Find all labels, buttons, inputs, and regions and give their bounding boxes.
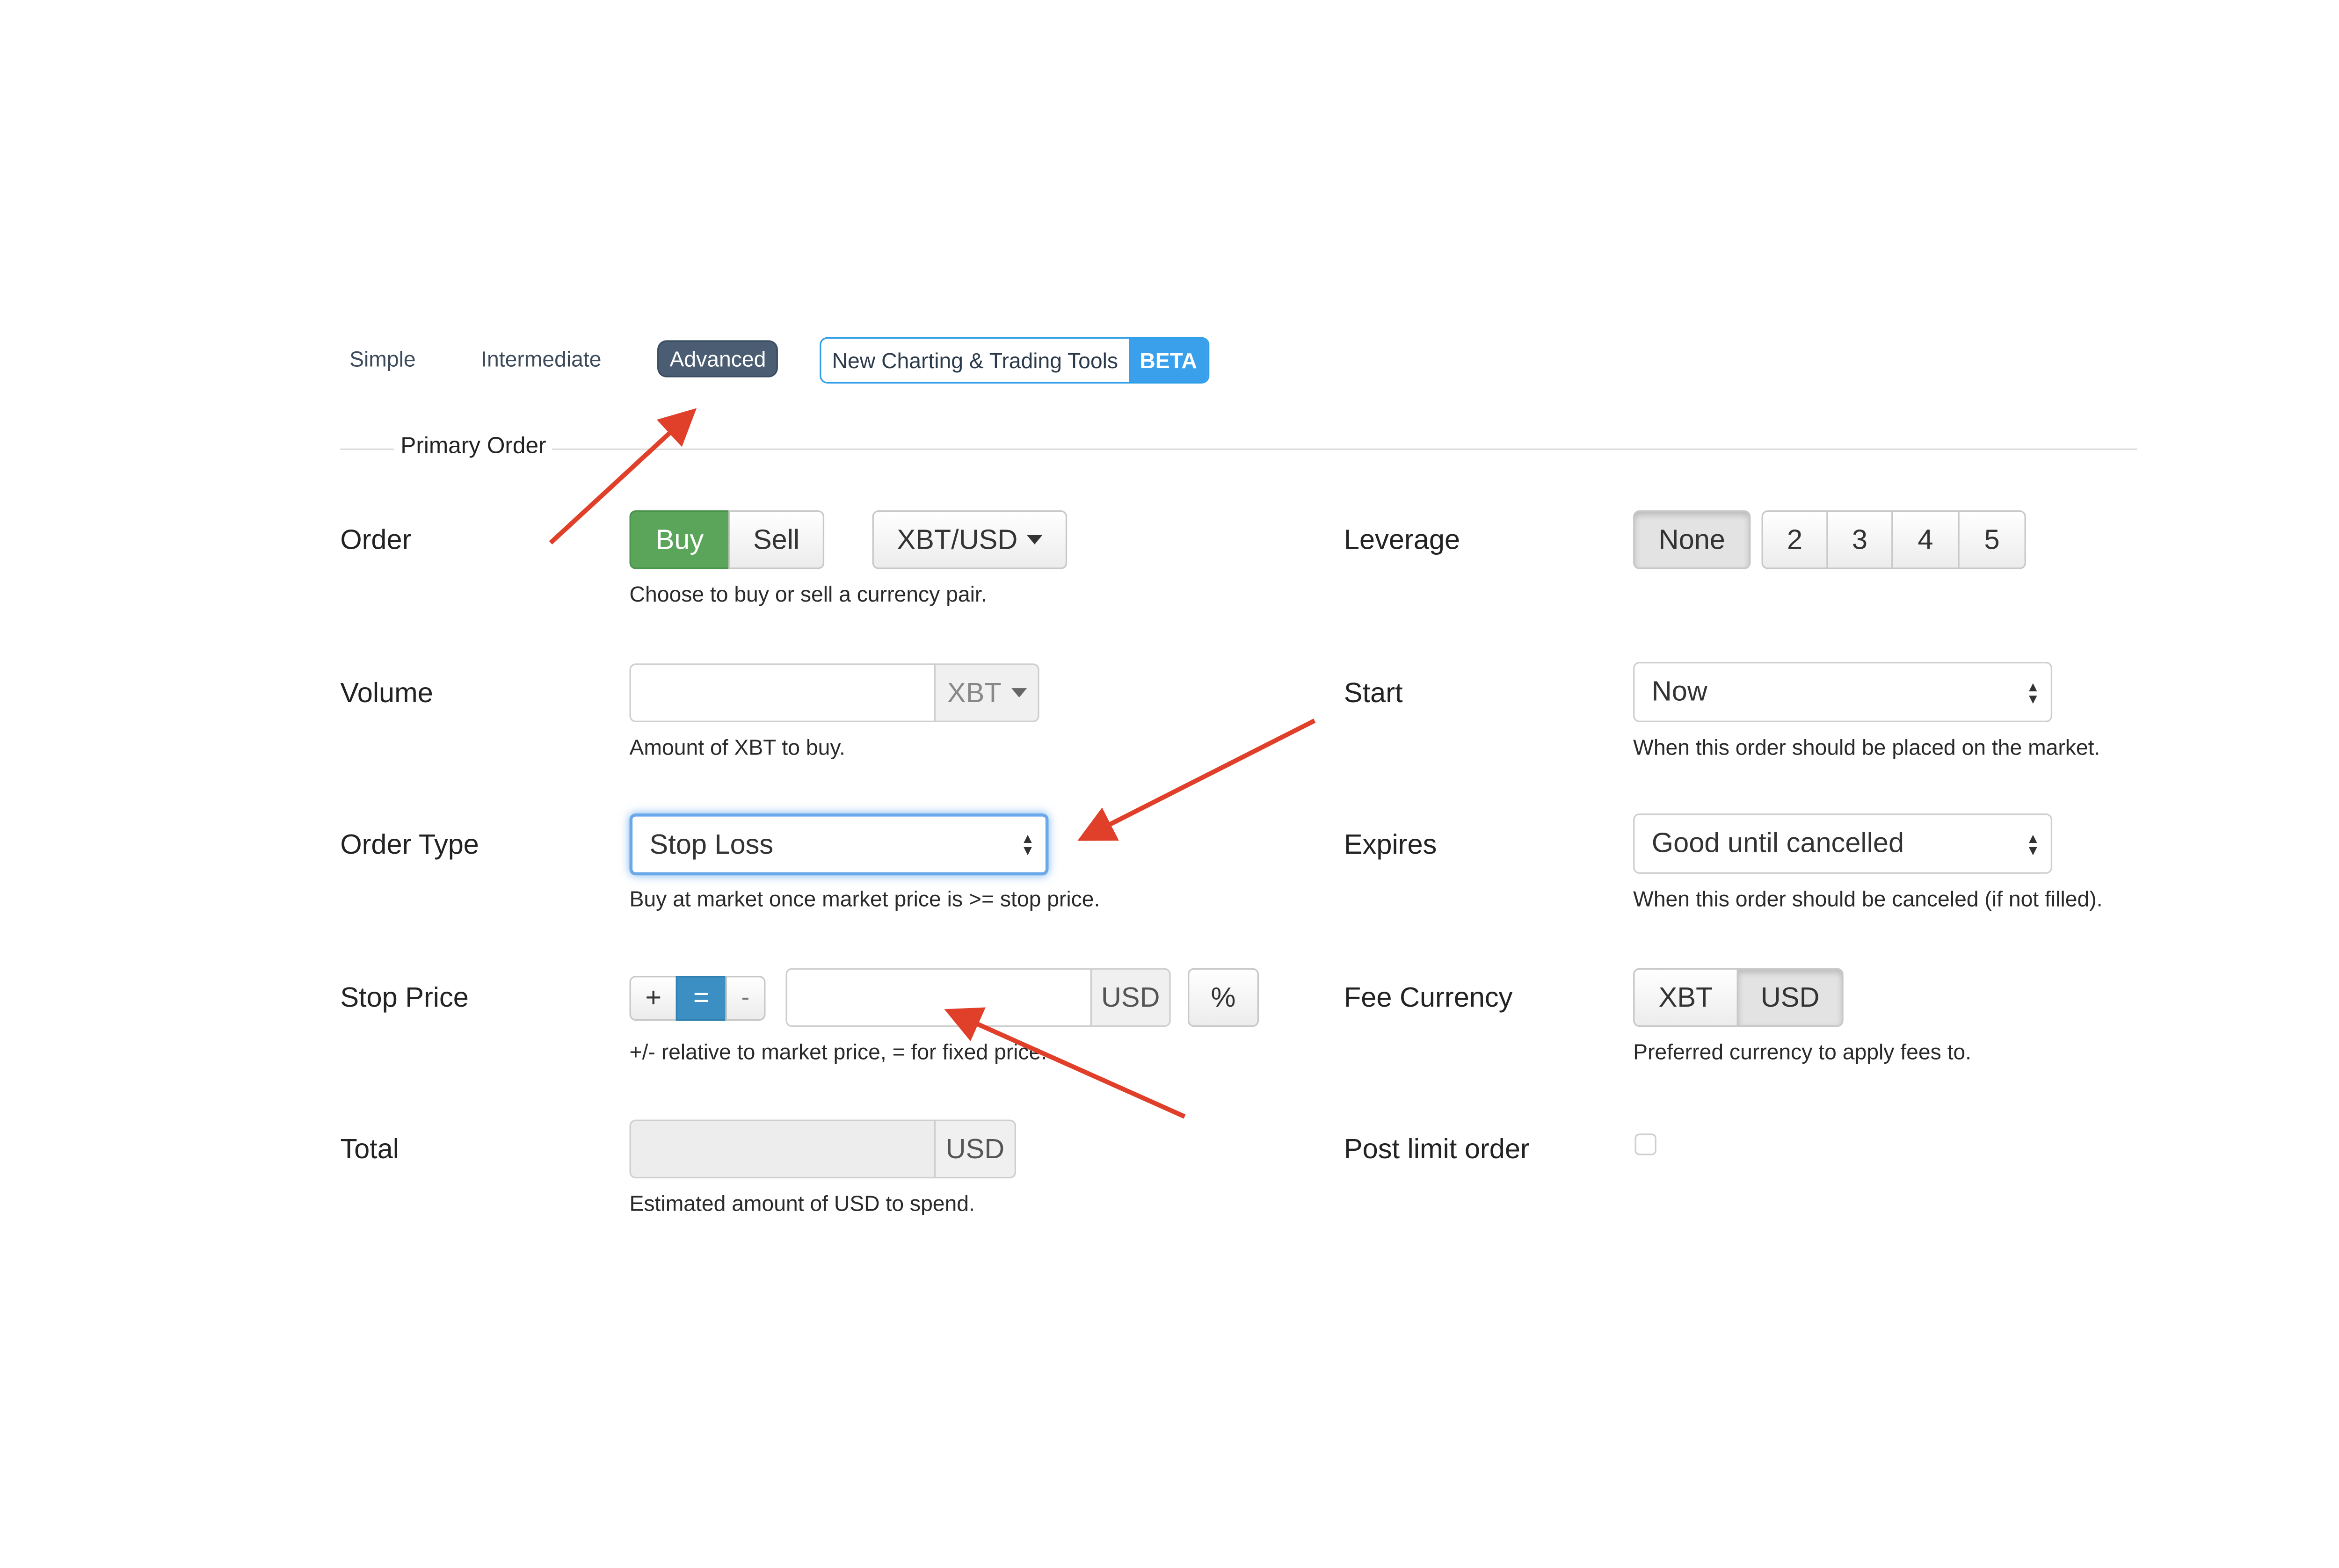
arrow-to-order-type bbox=[1077, 719, 1316, 841]
annotation-arrows bbox=[549, 408, 1316, 1119]
order-form-screen: Simple Intermediate Advanced New Chartin… bbox=[0, 0, 2339, 1568]
arrow-to-advanced-tab bbox=[549, 408, 697, 545]
arrow-to-stop-price bbox=[944, 1007, 1186, 1119]
